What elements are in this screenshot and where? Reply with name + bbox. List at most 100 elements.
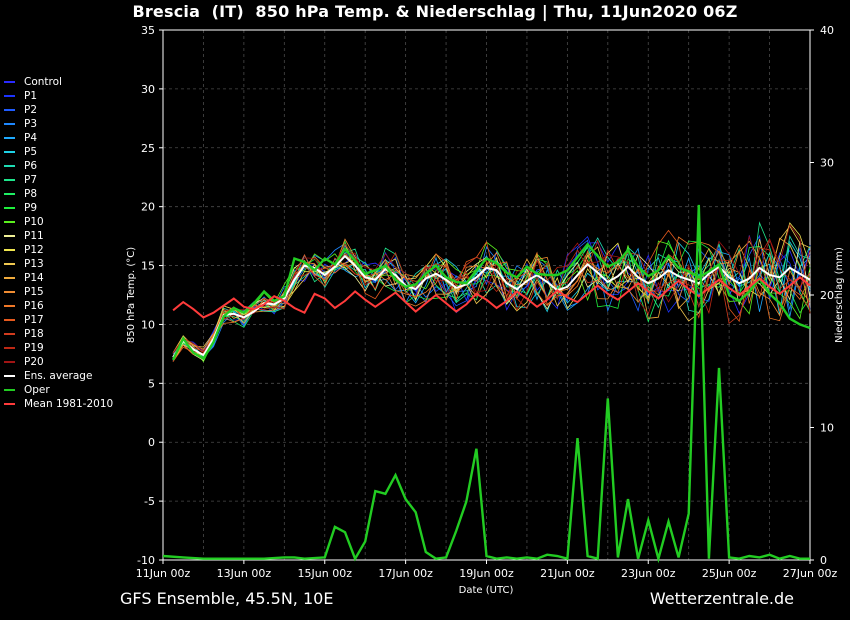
y-right-tick-label: 10	[820, 422, 834, 435]
y-right-tick-label: 40	[820, 24, 834, 37]
y-tick-label: 20	[141, 201, 155, 214]
x-tick-label: 21Jun 00z	[540, 567, 595, 580]
legend-swatch	[4, 165, 15, 167]
legend-item: P20	[4, 355, 113, 369]
y-tick-label: -5	[144, 495, 155, 508]
legend-label: P14	[24, 272, 44, 284]
y-right-tick-label: 0	[820, 554, 827, 567]
y-tick-label: 15	[141, 260, 155, 273]
legend-swatch	[4, 193, 15, 195]
legend-swatch	[4, 319, 15, 321]
legend-swatch	[4, 305, 15, 307]
legend-swatch	[4, 235, 15, 237]
legend-item: P13	[4, 257, 113, 271]
legend-item: P8	[4, 187, 113, 201]
legend-item: P16	[4, 299, 113, 313]
legend-label: P4	[24, 132, 38, 144]
legend-swatch	[4, 277, 15, 279]
legend-label: P2	[24, 104, 38, 116]
legend-swatch	[4, 95, 15, 97]
legend-item: P15	[4, 285, 113, 299]
member-line-p13	[172, 225, 811, 353]
legend-item: P3	[4, 117, 113, 131]
legend-swatch	[4, 109, 15, 111]
y-tick-label: 0	[148, 436, 155, 449]
legend-swatch	[4, 403, 15, 405]
legend-item: P19	[4, 341, 113, 355]
legend-label: P17	[24, 314, 44, 326]
legend-label: P13	[24, 258, 44, 270]
legend-item: Oper	[4, 383, 113, 397]
legend-item: P4	[4, 131, 113, 145]
legend-swatch	[4, 81, 15, 83]
x-tick-label: 25Jun 00z	[702, 567, 757, 580]
legend-item: P11	[4, 229, 113, 243]
legend-swatch	[4, 263, 15, 265]
x-tick-label: 13Jun 00z	[217, 567, 272, 580]
legend-label: Ens. average	[24, 370, 93, 382]
ensemble-members	[172, 221, 811, 363]
legend-label: P19	[24, 342, 44, 354]
legend-label: P5	[24, 146, 38, 158]
x-axis-label: Date (UTC)	[459, 585, 514, 596]
legend-item: Mean 1981-2010	[4, 397, 113, 411]
source-credit: Wetterzentrale.de	[649, 589, 794, 608]
legend-item: P17	[4, 313, 113, 327]
legend-label: Mean 1981-2010	[24, 398, 114, 410]
legend-item: P12	[4, 243, 113, 257]
legend-swatch	[4, 291, 15, 293]
legend-swatch	[4, 137, 15, 139]
x-tick-label: 23Jun 00z	[621, 567, 676, 580]
y-tick-label: 25	[141, 142, 155, 155]
legend-swatch	[4, 361, 15, 363]
y-tick-label: 35	[141, 24, 155, 37]
x-tick-label: 19Jun 00z	[459, 567, 514, 580]
member-line-p12	[172, 222, 811, 362]
model-info: GFS Ensemble, 45.5N, 10E	[120, 589, 334, 608]
legend-label: P9	[24, 202, 38, 214]
legend-label: P11	[24, 230, 44, 242]
legend-item: P6	[4, 159, 113, 173]
legend-item: P7	[4, 173, 113, 187]
y-tick-label: 10	[141, 318, 155, 331]
legend-label: P3	[24, 118, 38, 130]
legend-item: P10	[4, 215, 113, 229]
legend-swatch	[4, 123, 15, 125]
legend-label: P12	[24, 244, 44, 256]
legend-swatch	[4, 207, 15, 209]
y-tick-label: 30	[141, 83, 155, 96]
legend-label: P1	[24, 90, 38, 102]
legend-swatch	[4, 249, 15, 251]
x-tick-label: 15Jun 00z	[298, 567, 353, 580]
x-tick-label: 11Jun 00z	[136, 567, 191, 580]
legend-item: P18	[4, 327, 113, 341]
legend-label: P6	[24, 160, 38, 172]
y-tick-label: 5	[148, 377, 155, 390]
legend-label: P8	[24, 188, 38, 200]
legend-item: P1	[4, 89, 113, 103]
y-tick-label: -10	[137, 554, 155, 567]
legend-label: P18	[24, 328, 44, 340]
legend-label: P16	[24, 300, 44, 312]
legend-item: P14	[4, 271, 113, 285]
y-axis-label-left: 850 hPa Temp. (°C)	[126, 247, 137, 343]
legend-label: Control	[24, 76, 62, 88]
legend-label: P20	[24, 356, 44, 368]
y-right-tick-label: 30	[820, 157, 834, 170]
x-tick-label: 17Jun 00z	[378, 567, 433, 580]
ensemble-chart: -10 -5 0 5 10 15 20 25 30 35 0 10 20 30 40 11Jun 00z 13J…	[126, 24, 845, 596]
legend-swatch	[4, 221, 15, 223]
legend-item: Ens. average	[4, 369, 113, 383]
legend-swatch	[4, 375, 15, 377]
legend-item: P2	[4, 103, 113, 117]
legend-swatch	[4, 151, 15, 153]
legend-label: P10	[24, 216, 44, 228]
y-axis-label-right: Niederschlag (mm)	[834, 247, 845, 343]
legend-item: P5	[4, 145, 113, 159]
y-right-tick-label: 20	[820, 289, 834, 302]
legend-item: Control	[4, 75, 113, 89]
legend: Control P1 P2 P3 P4 P5 P6 P7 P8 P9 P10 P11 P12 P13 P14…	[4, 75, 113, 411]
legend-swatch	[4, 389, 15, 391]
legend-swatch	[4, 179, 15, 181]
legend-item: P9	[4, 201, 113, 215]
